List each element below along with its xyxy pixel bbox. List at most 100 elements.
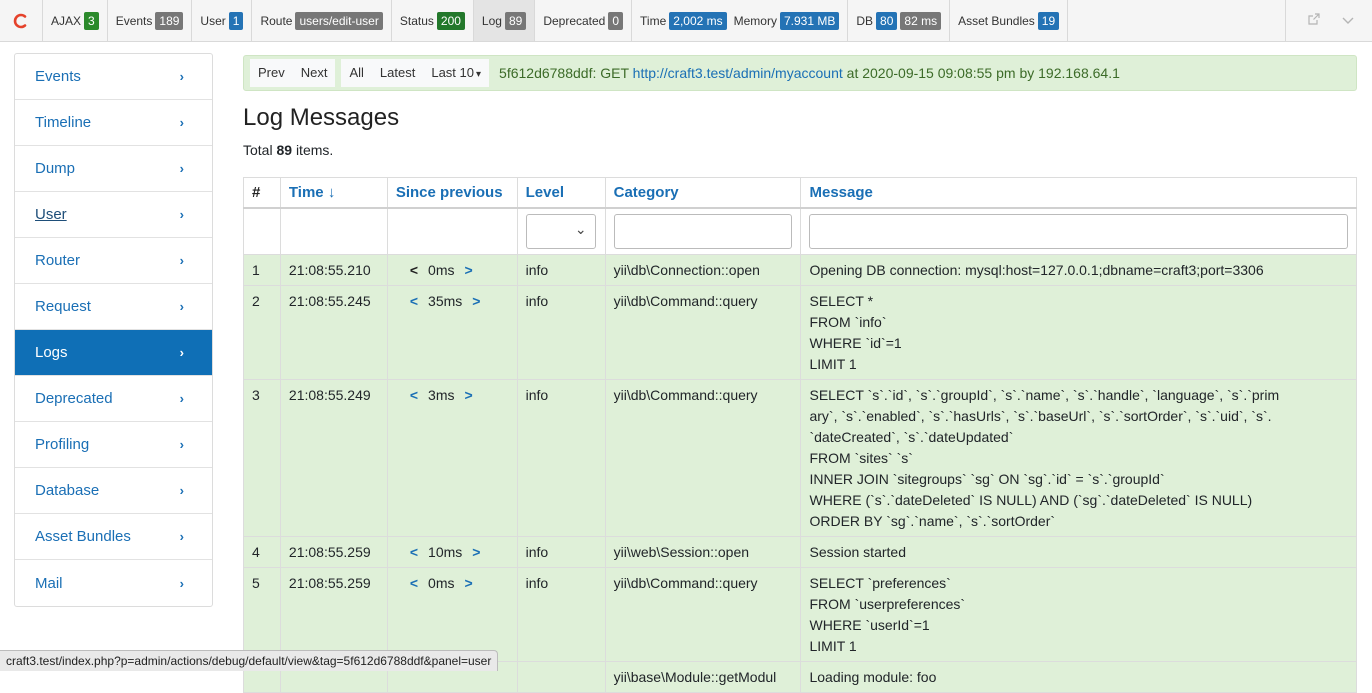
toolbar-ajax-label: AJAX	[51, 13, 82, 28]
filter-cell-category	[604, 207, 802, 255]
sidebar-item-router[interactable]: Router ›	[15, 238, 212, 284]
toolbar-db-label: DB	[856, 13, 874, 28]
toolbar-asset-bundles[interactable]: Asset Bundles 19	[950, 0, 1069, 41]
previous-entry-arrow[interactable]: <	[410, 293, 418, 309]
toolbar-log[interactable]: Log 89	[473, 0, 536, 41]
toolbar-db[interactable]: DB 80 82 ms	[848, 0, 951, 41]
row-category: yii\db\Connection::open	[604, 254, 802, 286]
previous-entry-arrow[interactable]: <	[410, 387, 418, 403]
message-line: `dateCreated`, `s`.`dateUpdated`	[809, 429, 1014, 445]
toolbar-route-badge: users/edit-user	[295, 11, 383, 30]
chevron-right-icon: ›	[179, 345, 184, 360]
previous-entry-arrow[interactable]: <	[410, 575, 418, 591]
column-header-level[interactable]: Level	[516, 177, 606, 209]
message-line: FROM `userpreferences`	[809, 596, 966, 612]
request-url-link[interactable]: http://craft3.test/admin/myaccount	[633, 65, 843, 81]
sidebar-item-deprecated[interactable]: Deprecated ›	[15, 376, 212, 422]
toolbar-user[interactable]: User 1	[192, 0, 253, 41]
craft-logo[interactable]	[0, 0, 43, 42]
since-value: 3ms	[428, 387, 455, 403]
previous-entry-arrow[interactable]: <	[410, 544, 418, 560]
table-row: 4 21:08:55.259 <10ms > info yii\web\Sessi…	[243, 536, 1357, 568]
next-entry-arrow[interactable]: >	[472, 293, 480, 309]
table-row: 3 21:08:55.249 <3ms > info yii\db\Command…	[243, 379, 1357, 537]
column-header-category[interactable]: Category	[604, 177, 802, 209]
message-line: SELECT `s`.`id`, `s`.`groupId`, `s`.`nam…	[809, 387, 1280, 403]
sidebar-item-label: Dump	[35, 160, 76, 177]
sidebar-item-timeline[interactable]: Timeline ›	[15, 100, 212, 146]
chevron-right-icon: ›	[179, 69, 184, 84]
row-since-previous: <10ms >	[386, 536, 518, 568]
chevron-down-icon[interactable]	[1342, 13, 1354, 28]
sidebar-item-request[interactable]: Request ›	[15, 284, 212, 330]
row-since-previous: <0ms >	[386, 254, 518, 286]
total-prefix: Total	[243, 142, 273, 158]
message-line: WHERE `userId`=1	[809, 617, 930, 633]
toolbar-asset-bundles-badge: 19	[1037, 11, 1060, 30]
sidebar-item-dump[interactable]: Dump ›	[15, 146, 212, 192]
toolbar-db-count-badge: 80	[876, 11, 898, 30]
toolbar-route[interactable]: Route users/edit-user	[252, 0, 392, 41]
chevron-right-icon: ›	[179, 253, 184, 268]
toolbar-status-label: Status	[399, 13, 434, 28]
toolbar-status[interactable]: Status 200	[392, 0, 474, 41]
craft-logo-icon	[13, 13, 27, 29]
toolbar-db-time-badge: 82 ms	[900, 11, 942, 30]
sidebar-item-user[interactable]: User ›	[15, 192, 212, 238]
chevron-right-icon: ›	[179, 437, 184, 452]
toolbar-deprecated[interactable]: Deprecated 0	[535, 0, 633, 41]
sidebar-item-label: Deprecated	[35, 390, 113, 407]
toolbar-events[interactable]: Events 189	[108, 0, 193, 41]
row-number: 1	[243, 254, 281, 286]
chevron-right-icon: ›	[179, 529, 184, 544]
prev-button[interactable]: Prev	[250, 59, 293, 87]
message-filter-input[interactable]	[809, 213, 1348, 249]
row-level: info	[516, 536, 606, 568]
sidebar-item-logs[interactable]: Logs ›	[15, 330, 212, 376]
toolbar-status-badge: 200	[436, 11, 465, 30]
row-message: SELECT `s`.`id`, `s`.`groupId`, `s`.`nam…	[800, 379, 1357, 537]
main-content: Prev Next All Latest Last 10 5f612d6788d…	[243, 55, 1357, 693]
external-link-icon[interactable]	[1308, 13, 1320, 28]
next-entry-arrow[interactable]: >	[464, 262, 472, 278]
next-button[interactable]: Next	[292, 59, 336, 87]
column-header-message[interactable]: Message	[800, 177, 1357, 209]
page-title: Log Messages	[243, 104, 400, 131]
sidebar-item-label: User	[35, 206, 67, 223]
toolbar-user-badge: 1	[228, 11, 244, 30]
next-entry-arrow[interactable]: >	[464, 387, 472, 403]
sidebar-item-database[interactable]: Database ›	[15, 468, 212, 514]
category-filter-input[interactable]	[613, 213, 793, 249]
column-header-since-previous[interactable]: Since previous	[386, 177, 518, 209]
since-value: 35ms	[428, 293, 463, 309]
message-line: FROM `info`	[809, 314, 887, 330]
toolbar-ajax[interactable]: AJAX 3	[43, 0, 108, 41]
last-10-dropdown[interactable]: Last 10	[423, 59, 490, 87]
panel-sidebar: Events › Timeline › Dump › User › Router › Re…	[14, 53, 213, 607]
sidebar-item-label: Mail	[35, 574, 63, 592]
toolbar-time-memory[interactable]: Time 2,002 ms Memory 7.931 MB	[632, 0, 849, 41]
row-time: 21:08:55.259	[279, 536, 388, 568]
all-button[interactable]: All	[341, 59, 372, 87]
column-header-time[interactable]: Time ↓	[279, 177, 388, 209]
level-filter-select[interactable]	[525, 213, 596, 249]
request-time-ip: at 2020-09-15 09:08:55 pm by 192.168.64.…	[846, 65, 1120, 81]
total-summary: Total 89 items.	[243, 142, 333, 158]
sidebar-item-mail[interactable]: Mail ›	[15, 560, 212, 606]
sidebar-item-profiling[interactable]: Profiling ›	[15, 422, 212, 468]
row-number: 5	[243, 567, 281, 662]
row-number: 2	[243, 285, 281, 380]
history-group: All Latest Last 10	[341, 59, 490, 87]
request-info: 5f612d6788ddf: GET http://craft3.test/ad…	[499, 65, 1120, 81]
toolbar-log-label: Log	[481, 13, 502, 28]
sidebar-item-asset-bundles[interactable]: Asset Bundles ›	[15, 514, 212, 560]
message-line: Session started	[809, 544, 906, 560]
row-time: 21:08:55.210	[279, 254, 388, 286]
latest-button[interactable]: Latest	[371, 59, 424, 87]
table-header-row: # Time ↓ Since previous Level Category M…	[243, 177, 1357, 209]
next-entry-arrow[interactable]: >	[464, 575, 472, 591]
next-entry-arrow[interactable]: >	[472, 544, 480, 560]
sidebar-item-label: Events	[35, 68, 81, 85]
sidebar-item-events[interactable]: Events ›	[15, 54, 212, 100]
row-time: 21:08:55.259	[279, 567, 388, 662]
